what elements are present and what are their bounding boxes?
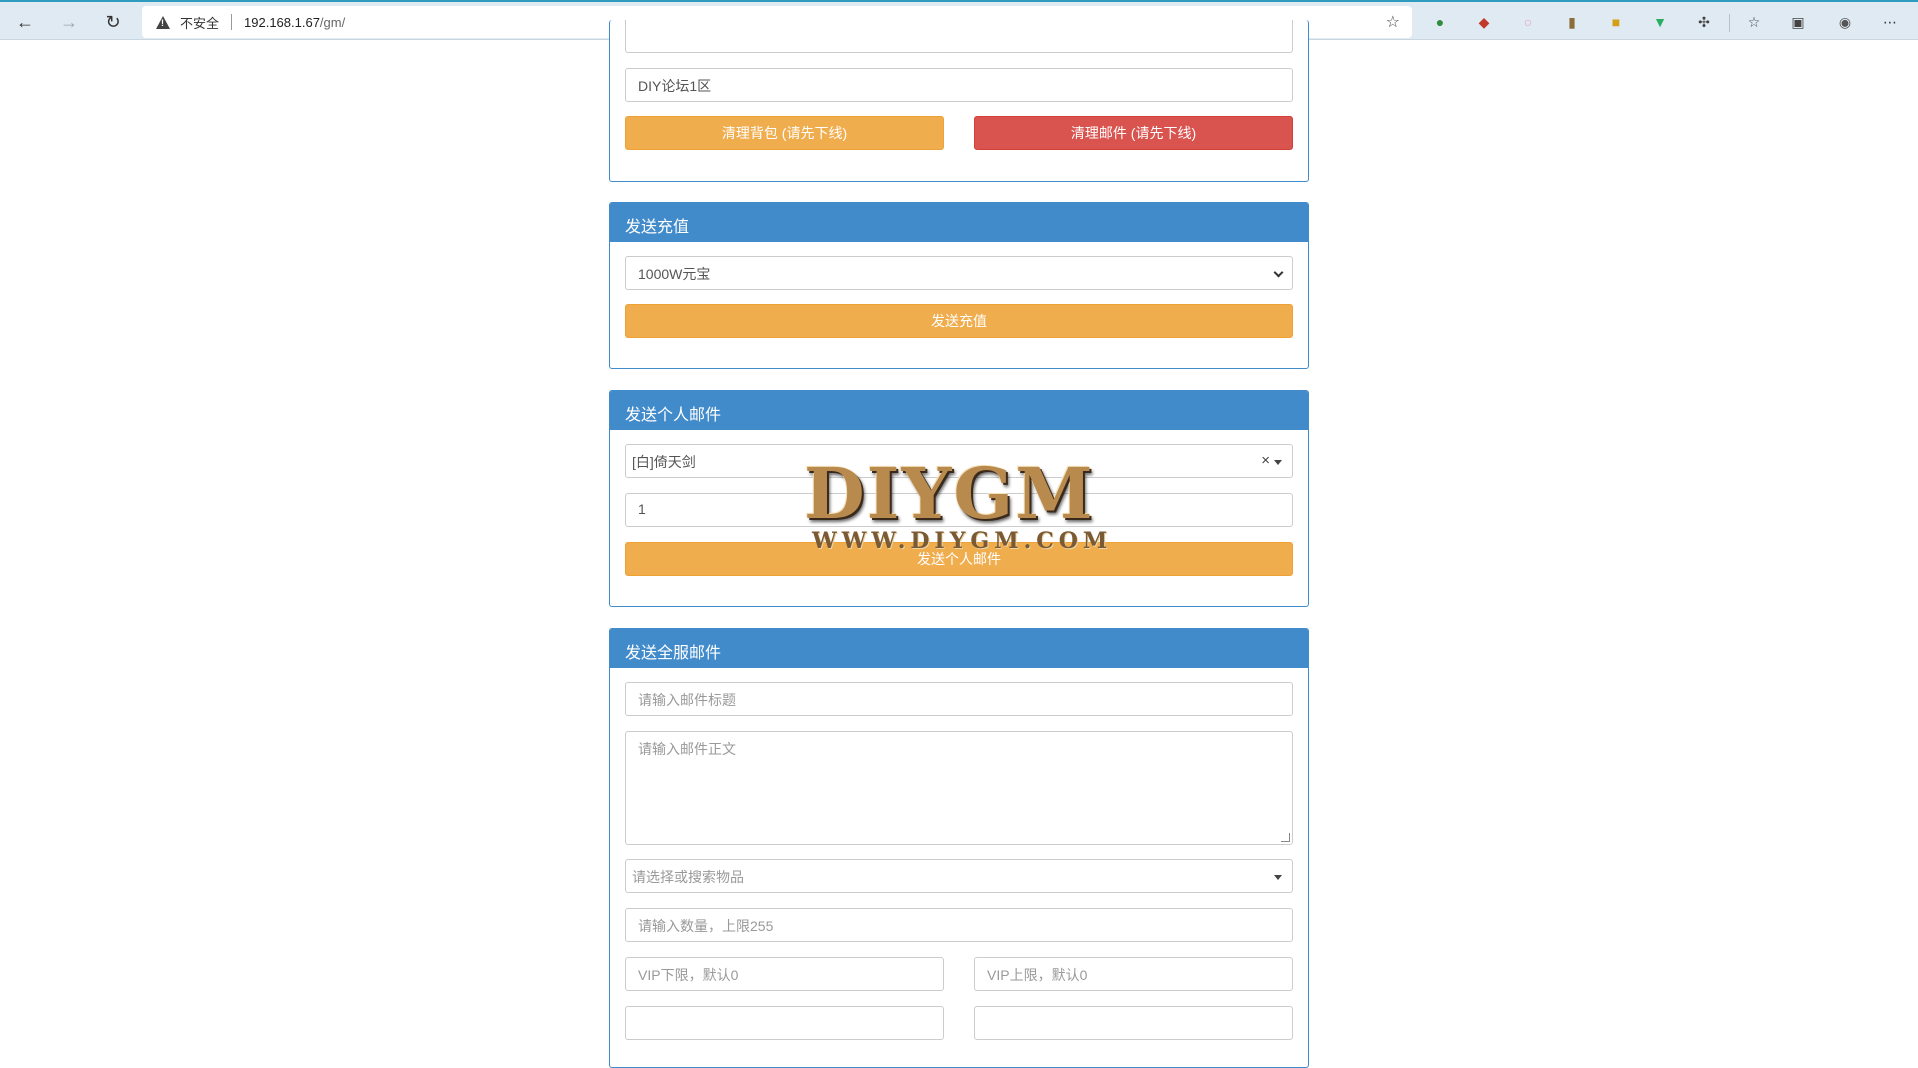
insecure-label: 不安全 [180, 15, 220, 31]
server-item-placeholder: 请选择或搜索物品 [632, 869, 744, 885]
server-mail-panel: 发送全服邮件 请输入邮件标题 请输入邮件正文 请选择或搜索物品 请输入数量，上限… [609, 628, 1309, 1068]
mail-body-textarea[interactable]: 请输入邮件正文 [625, 731, 1293, 845]
personal-mail-panel: 发送个人邮件 [白]倚天剑 × 1 发送个人邮件 [609, 390, 1309, 607]
send-recharge-button[interactable]: 发送充值 [625, 304, 1293, 338]
recharge-selected-option: 1000W元宝 [638, 266, 711, 282]
url-text[interactable]: 192.168.1.67/gm/ [244, 15, 345, 30]
send-personal-mail-button[interactable]: 发送个人邮件 [625, 542, 1293, 576]
forward-arrow-icon[interactable]: → [54, 8, 84, 36]
extensions-puzzle-icon[interactable]: ✣ [1694, 12, 1714, 32]
extension-globe-icon[interactable]: ● [1430, 12, 1450, 32]
more-menu-icon[interactable]: ⋯ [1880, 12, 1900, 32]
reload-icon[interactable]: ↻ [98, 8, 128, 36]
personal-item-value: [白]倚天剑 [632, 454, 696, 470]
recharge-panel-title: 发送充值 [610, 203, 1308, 242]
personal-quantity-input[interactable]: 1 [625, 493, 1293, 527]
toolbar-divider [1729, 14, 1730, 32]
caret-down-icon [1274, 460, 1282, 465]
collections-icon[interactable]: ▣ [1788, 12, 1808, 32]
warning-icon [156, 15, 170, 29]
recharge-select[interactable]: 1000W元宝 [625, 256, 1293, 290]
clear-selection-icon[interactable]: × [1261, 452, 1270, 469]
personal-mail-panel-title: 发送个人邮件 [610, 391, 1308, 430]
extra-input-right[interactable] [974, 1006, 1293, 1040]
url-host: 192.168.1.67 [244, 14, 320, 30]
extension-adblock-icon[interactable]: ▼ [1650, 12, 1670, 32]
vip-max-input[interactable]: VIP上限，默认0 [974, 957, 1293, 991]
favorites-icon[interactable]: ☆ [1744, 12, 1764, 32]
clear-bag-button[interactable]: 清理背包 (请先下线) [625, 116, 944, 150]
mail-subject-input[interactable]: 请输入邮件标题 [625, 682, 1293, 716]
add-favorite-icon[interactable]: ☆ [1386, 12, 1400, 32]
url-path: /gm/ [319, 14, 346, 30]
extension-book-icon[interactable]: ▮ [1562, 12, 1582, 32]
player-panel: DIY论坛1区 清理背包 (请先下线) 清理邮件 (请先下线) [609, 20, 1309, 182]
extra-input-left[interactable] [625, 1006, 944, 1040]
back-arrow-icon[interactable]: ← [10, 8, 40, 36]
chevron-down-icon [1273, 267, 1284, 278]
clear-mail-button[interactable]: 清理邮件 (请先下线) [974, 116, 1293, 150]
server-item-select[interactable]: 请选择或搜索物品 [625, 859, 1293, 893]
recharge-panel: 发送充值 1000W元宝 发送充值 [609, 202, 1309, 369]
address-divider [231, 14, 233, 30]
personal-item-select[interactable]: [白]倚天剑 × [625, 444, 1293, 478]
server-quantity-input[interactable]: 请输入数量，上限255 [625, 908, 1293, 942]
extension-shield-icon[interactable]: ◆ [1474, 12, 1494, 32]
server-mail-panel-title: 发送全服邮件 [610, 629, 1308, 668]
player-name-input[interactable] [625, 20, 1293, 53]
extension-folder-icon[interactable]: ■ [1606, 12, 1626, 32]
extension-pink-icon[interactable]: ○ [1518, 12, 1538, 32]
profile-avatar-icon[interactable]: ◉ [1835, 12, 1855, 32]
caret-down-icon [1274, 875, 1282, 880]
server-input[interactable]: DIY论坛1区 [625, 68, 1293, 102]
vip-min-input[interactable]: VIP下限，默认0 [625, 957, 944, 991]
